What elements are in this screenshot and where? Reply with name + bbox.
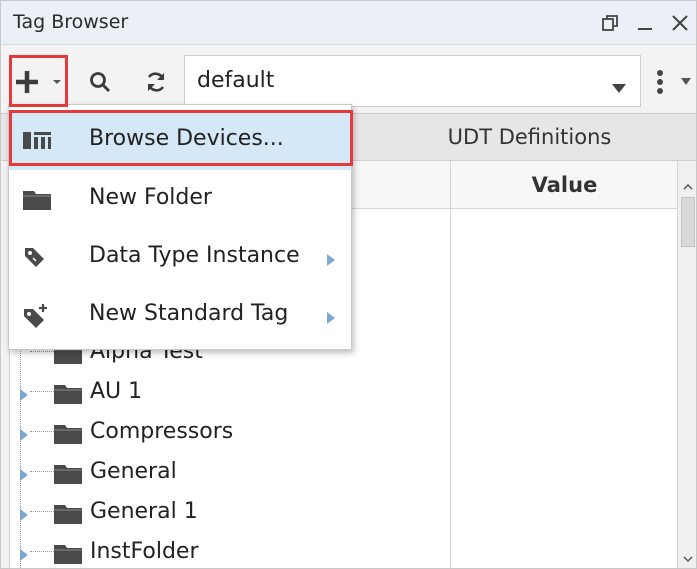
menu-item-new-standard-tag[interactable]: New Standard Tag <box>9 287 351 345</box>
folder-icon <box>54 462 82 488</box>
tree-row-label: General <box>90 459 177 484</box>
chevron-down-icon[interactable] <box>679 75 693 87</box>
search-icon[interactable] <box>85 67 115 97</box>
menu-item-new-folder[interactable]: New Folder <box>9 171 351 229</box>
tab-label: UDT Definitions <box>447 125 612 149</box>
tag-provider-select[interactable]: default <box>184 55 641 107</box>
tree-row[interactable]: Compressors <box>10 412 440 452</box>
chevron-down-icon <box>612 78 626 97</box>
caret-right-icon[interactable] <box>20 546 28 565</box>
chevron-up-icon[interactable] <box>683 175 693 194</box>
folder-icon <box>54 502 82 528</box>
close-icon[interactable] <box>667 9 693 37</box>
caret-right-icon[interactable] <box>20 506 28 525</box>
tree-row[interactable]: General 1 <box>10 492 440 532</box>
submenu-arrow-icon <box>327 309 335 328</box>
column-divider <box>450 161 451 568</box>
tag-provider-value: default <box>197 68 275 93</box>
column-header-value[interactable]: Value <box>451 161 678 209</box>
tree-row-label: Compressors <box>90 419 234 444</box>
caret-right-icon[interactable] <box>20 426 28 445</box>
tree-row-label: AU 1 <box>90 379 143 404</box>
add-menu-button[interactable] <box>15 67 63 97</box>
folder-icon <box>23 188 51 214</box>
tag-browser-window: Tag Browser default UDT Definitions Valu… <box>0 0 697 569</box>
browse-devices-icon <box>23 129 51 155</box>
folder-icon <box>54 382 82 408</box>
minimize-icon[interactable] <box>633 9 657 37</box>
refresh-icon[interactable] <box>141 67 171 97</box>
tag-icon <box>23 246 47 272</box>
title-bar: Tag Browser <box>1 1 696 45</box>
caret-right-icon[interactable] <box>20 386 28 405</box>
scroll-thumb[interactable] <box>681 197 695 247</box>
tab-udt-definitions[interactable]: UDT Definitions <box>361 114 696 160</box>
folder-icon <box>54 542 82 568</box>
vertical-scrollbar[interactable] <box>677 161 696 568</box>
menu-item-label: New Standard Tag <box>89 301 289 326</box>
menu-item-label: New Folder <box>89 185 212 210</box>
window-title: Tag Browser <box>13 11 129 33</box>
add-dropdown-menu: Browse Devices... New Folder Data Type I… <box>8 104 352 350</box>
caret-right-icon[interactable] <box>20 466 28 485</box>
tree-row-label: InstFolder <box>90 539 199 564</box>
submenu-arrow-icon <box>327 251 335 270</box>
more-options-icon[interactable] <box>653 65 667 99</box>
tree-row-label: General 1 <box>90 499 198 524</box>
menu-item-label: Browse Devices... <box>89 126 284 151</box>
restore-icon[interactable] <box>598 9 622 37</box>
folder-icon <box>54 422 82 448</box>
tree-row[interactable]: InstFolder <box>10 532 440 568</box>
tag-plus-icon <box>23 304 49 332</box>
chevron-down-icon[interactable] <box>683 548 693 567</box>
tree-row[interactable]: AU 1 <box>10 372 440 412</box>
menu-item-browse-devices[interactable]: Browse Devices... <box>9 112 351 170</box>
column-header-value-label: Value <box>531 173 598 197</box>
menu-item-label: Data Type Instance <box>89 243 300 268</box>
menu-item-data-type-instance[interactable]: Data Type Instance <box>9 229 351 287</box>
tree-row[interactable]: General <box>10 452 440 492</box>
